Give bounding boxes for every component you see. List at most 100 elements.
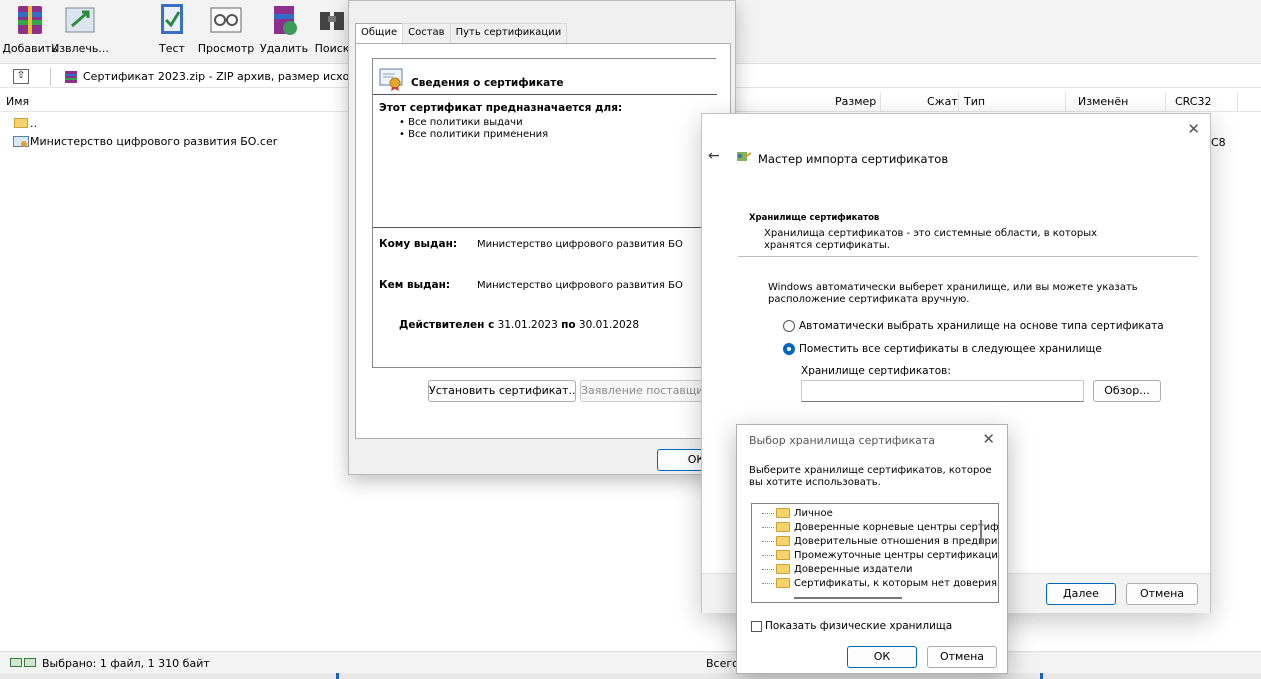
select-store-description: Выберите хранилище сертификатов, которое… [749, 465, 992, 488]
extract-icon [60, 0, 100, 38]
test-button[interactable]: Тест [152, 0, 192, 62]
folder-icon [776, 550, 790, 560]
tree-item-label: Доверительные отношения в предпри [794, 535, 998, 547]
tab-details[interactable]: Состав [402, 23, 451, 43]
column-type[interactable]: Тип [964, 95, 985, 108]
column-divider [1165, 92, 1166, 112]
checkbox[interactable] [751, 620, 762, 632]
store-tree[interactable]: Личное Доверенные корневые центры сертиф… [751, 503, 999, 603]
column-name[interactable]: Имя [6, 95, 29, 108]
tree-item-personal[interactable]: Личное [762, 506, 833, 520]
radio-button[interactable] [783, 320, 795, 332]
column-size[interactable]: Размер [835, 95, 876, 108]
tree-item-label: Сертификаты, к которым нет доверия [794, 577, 998, 589]
radio-button-selected[interactable] [783, 343, 795, 355]
address-separator [50, 68, 51, 86]
vertical-scrollbar[interactable] [980, 520, 982, 544]
tab-certification-path[interactable]: Путь сертификации [449, 23, 568, 43]
radio-auto-store[interactable]: Автоматически выбрать хранилище на основ… [783, 319, 1164, 333]
status-total: Всего [706, 657, 739, 670]
wizard-section-description: Хранилища сертификатов - это системные о… [764, 228, 1098, 251]
address-text[interactable]: Сертификат 2023.zip - ZIP архив, размер … [83, 70, 379, 83]
folder-icon [776, 508, 790, 518]
test-label: Тест [159, 42, 185, 55]
column-crc[interactable]: CRC32 [1175, 95, 1211, 108]
taskbar-indicator [336, 673, 339, 679]
show-physical-stores-checkbox[interactable]: Показать физические хранилища [751, 620, 952, 632]
tree-item-intermediate[interactable]: Промежуточные центры сертификаци [762, 548, 998, 562]
view-button[interactable]: Просмотр [198, 0, 254, 62]
add-label: Добавить [2, 42, 58, 55]
valid-from-label: Действителен с [399, 319, 495, 331]
close-icon[interactable]: ✕ [982, 430, 995, 448]
select-store-ok-button[interactable]: ОК [847, 646, 917, 668]
file-name: .. [30, 117, 37, 130]
select-store-dialog: Выбор хранилища сертификата ✕ Выберите х… [736, 424, 1008, 674]
wizard-section-title: Хранилище сертификатов [749, 213, 880, 223]
status-selection: Выбрано: 1 файл, 1 310 байт [42, 657, 210, 670]
tab-general[interactable]: Общие [355, 23, 404, 44]
column-divider [1065, 92, 1066, 112]
tree-connector [762, 526, 774, 528]
delete-button[interactable]: Удалить [260, 0, 308, 62]
issued-to-label: Кому выдан: [379, 238, 458, 250]
find-label: Поиск [314, 42, 350, 55]
tree-item-label: Доверенные корневые центры сертиф [794, 521, 999, 533]
tree-item-untrusted[interactable]: Сертификаты, к которым нет доверия [762, 576, 997, 590]
tree-connector [762, 554, 774, 556]
file-crc: C8 [1211, 136, 1226, 149]
issued-by-value: Министерство цифрового развития БО [477, 280, 683, 291]
folder-icon [776, 536, 790, 546]
tree-item-label: Личное [794, 507, 833, 519]
test-icon [152, 0, 192, 38]
cert-divider [373, 227, 717, 228]
taskbar-strip [0, 673, 1261, 679]
find-button[interactable]: Поиск [312, 0, 352, 62]
column-modified[interactable]: Изменён [1078, 95, 1128, 108]
back-arrow-icon[interactable]: ← [708, 148, 720, 164]
issued-by-label: Кем выдан: [379, 279, 451, 291]
cert-info-header: Сведения о сертификате [373, 59, 717, 95]
tree-connector [762, 582, 774, 584]
cert-info-title: Сведения о сертификате [411, 77, 564, 89]
find-icon [312, 0, 352, 38]
horizontal-scrollbar[interactable] [794, 597, 902, 599]
issued-to-value: Министерство цифрового развития БО [477, 239, 683, 250]
close-icon[interactable]: ✕ [1187, 120, 1200, 138]
install-certificate-button[interactable]: Установить сертификат... [428, 380, 576, 402]
cert-tabs: Общие Состав Путь сертификации [355, 23, 568, 44]
extract-label: Извлечь... [51, 42, 109, 55]
add-button[interactable]: Добавить [2, 0, 58, 62]
browse-button[interactable]: Обзор... [1093, 380, 1161, 402]
tree-connector [762, 512, 774, 514]
cert-general-panel: Сведения о сертификате Этот сертификат п… [355, 43, 731, 439]
radio-manual-store[interactable]: Поместить все сертификаты в следующее хр… [783, 342, 1102, 356]
radio-manual-label: Поместить все сертификаты в следующее хр… [799, 343, 1102, 355]
cert-purpose-item: • Все политики применения [399, 129, 549, 140]
up-folder-icon[interactable]: ⇧ [13, 69, 29, 84]
wizard-cancel-button[interactable]: Отмена [1126, 583, 1198, 605]
folder-icon [776, 522, 790, 532]
certificate-window: Общие Состав Путь сертификации Сведения … [348, 0, 736, 475]
delete-icon [264, 0, 304, 38]
certificate-wizard-icon [736, 150, 752, 164]
cert-purpose-item: • Все политики выдачи [399, 117, 523, 128]
column-divider [880, 92, 881, 112]
store-label: Хранилище сертификатов: [801, 365, 951, 377]
view-icon [206, 0, 246, 38]
status-bar: Выбрано: 1 файл, 1 310 байт Всего [0, 651, 1261, 673]
taskbar-indicator [1040, 673, 1043, 679]
select-store-cancel-button[interactable]: Отмена [927, 646, 997, 668]
store-input[interactable] [801, 380, 1084, 402]
issuer-statement-button[interactable]: Заявление поставщика [580, 380, 714, 402]
certificate-file-icon [13, 136, 29, 148]
tree-item-enterprise-trust[interactable]: Доверительные отношения в предпри [762, 534, 997, 548]
column-packed[interactable]: Сжат [927, 95, 958, 108]
next-button[interactable]: Далее [1046, 583, 1116, 605]
tree-connector [762, 540, 774, 542]
view-label: Просмотр [197, 42, 255, 55]
column-divider [958, 92, 959, 112]
extract-button[interactable]: Извлечь... [51, 0, 109, 62]
tree-item-trusted-root[interactable]: Доверенные корневые центры сертиф [762, 520, 999, 534]
tree-item-trusted-publishers[interactable]: Доверенные издатели [762, 562, 913, 576]
